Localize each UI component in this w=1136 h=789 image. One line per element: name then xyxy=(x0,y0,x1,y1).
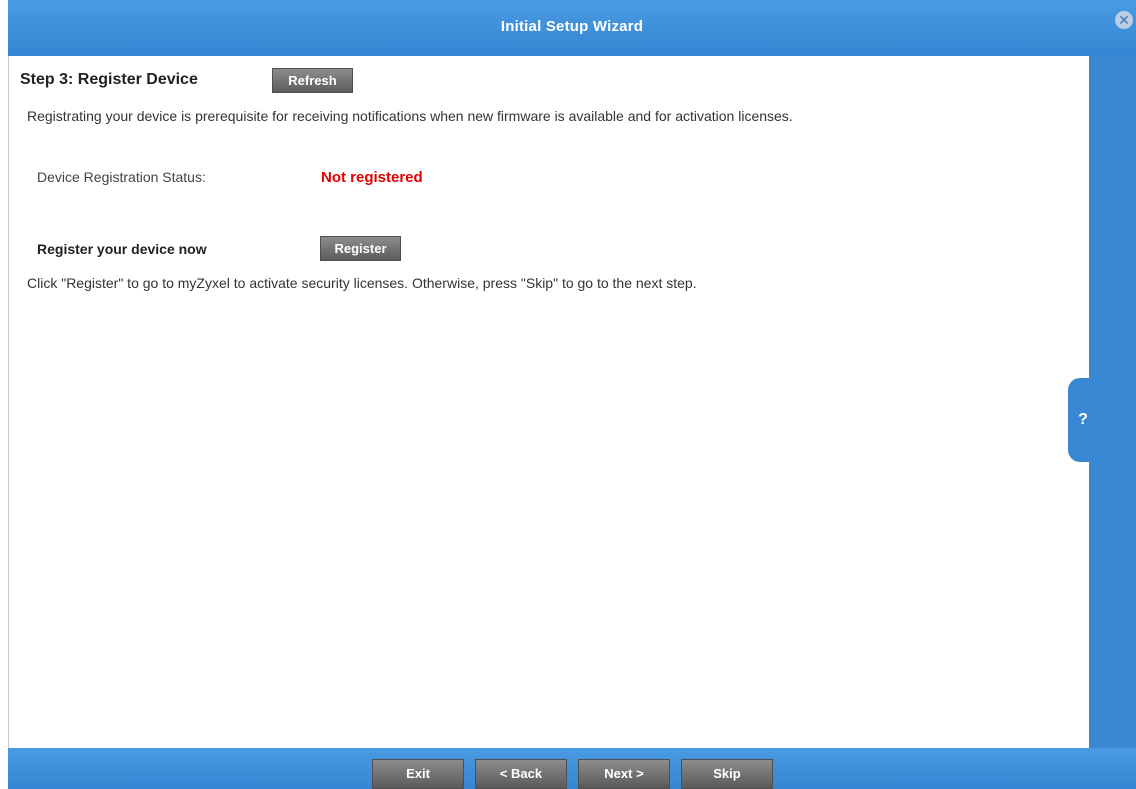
help-icon[interactable]: ? xyxy=(1068,378,1098,462)
next-button[interactable]: Next > xyxy=(578,759,670,789)
setup-wizard-window: Initial Setup Wizard ✕ Step 3: Register … xyxy=(0,0,1136,789)
registration-status-value: Not registered xyxy=(321,169,423,186)
exit-button[interactable]: Exit xyxy=(372,759,464,789)
wizard-content: Step 3: Register Device Refresh Registra… xyxy=(8,56,1090,748)
registration-description: Registrating your device is prerequisite… xyxy=(27,108,793,124)
register-button[interactable]: Register xyxy=(320,236,401,261)
close-icon[interactable]: ✕ xyxy=(1115,11,1133,29)
register-instructions: Click "Register" to go to myZyxel to act… xyxy=(27,275,697,291)
window-title: Initial Setup Wizard xyxy=(500,18,644,35)
title-bar: Initial Setup Wizard ✕ xyxy=(0,0,1136,56)
register-now-label: Register your device now xyxy=(37,241,207,257)
wizard-footer: Exit < Back Next > Skip xyxy=(0,748,1136,789)
skip-button[interactable]: Skip xyxy=(681,759,773,789)
back-button[interactable]: < Back xyxy=(475,759,567,789)
registration-status-label: Device Registration Status: xyxy=(37,169,206,185)
refresh-button[interactable]: Refresh xyxy=(272,68,353,93)
step-title: Step 3: Register Device xyxy=(20,71,198,88)
